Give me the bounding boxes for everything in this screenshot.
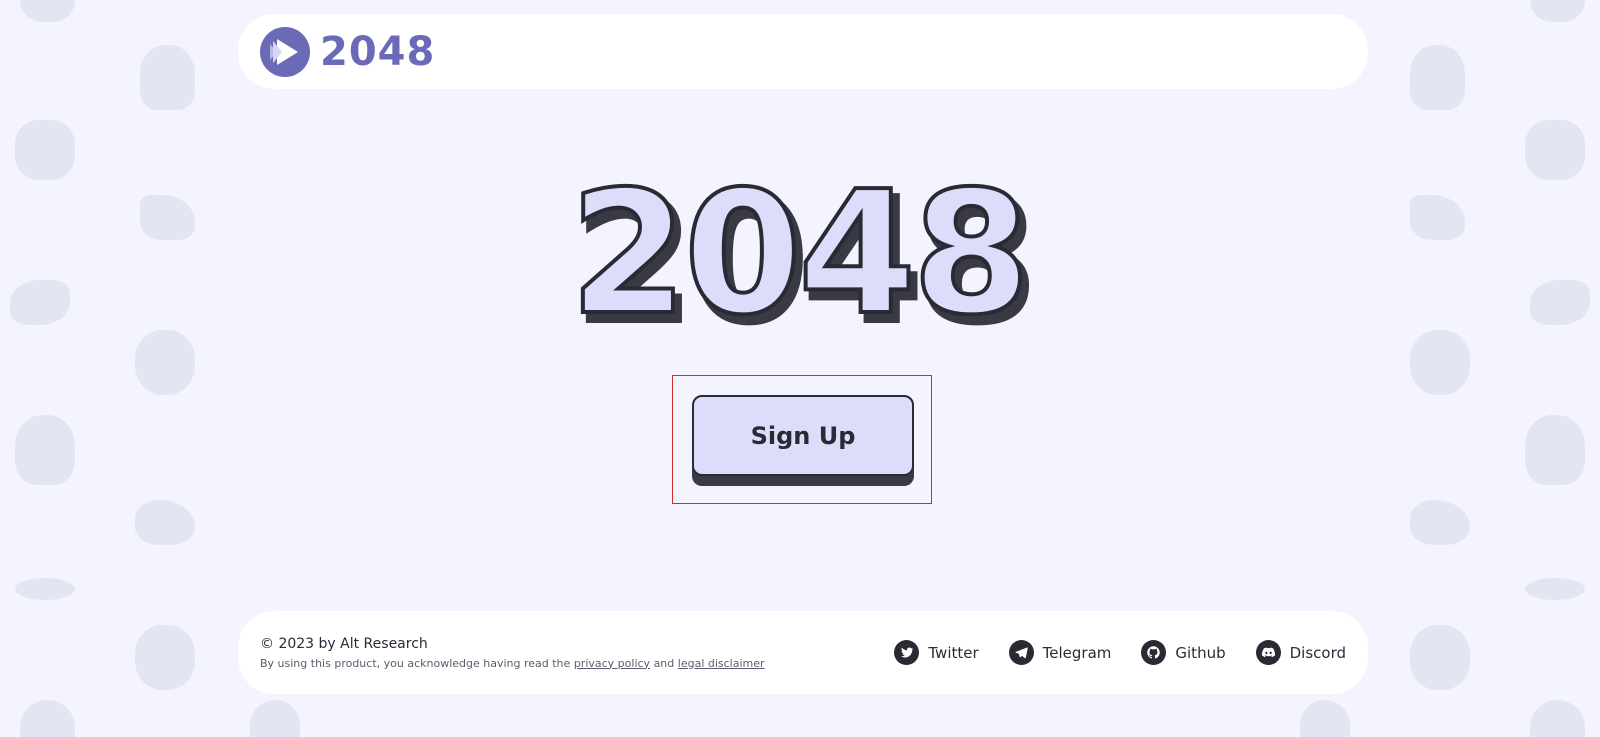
signup-button[interactable]: Sign Up [692,395,914,476]
github-link[interactable]: Github [1141,640,1226,665]
home-logo-link[interactable]: 2048 [260,26,436,77]
play-triangle-icon [260,26,310,77]
top-nav-bar: 2048 [238,14,1368,89]
twitter-label: Twitter [928,643,979,662]
social-links: Twitter Telegram Github Discord [894,640,1346,665]
brand-name: 2048 [320,28,436,75]
discord-label: Discord [1289,643,1346,662]
telegram-link[interactable]: Telegram [1008,640,1112,665]
github-icon [1141,640,1167,665]
disclaimer-text: By using this product, you acknowledge h… [260,657,765,670]
telegram-label: Telegram [1042,643,1112,662]
privacy-policy-link[interactable]: privacy policy [574,657,650,670]
hero-title-text: 2048 [569,180,1026,340]
footer-legal: © 2023 by Alt Research By using this pro… [260,636,765,670]
hero-title-2048: 2048 2048 [567,180,1039,340]
telegram-icon [1008,640,1034,665]
legal-disclaimer-link[interactable]: legal disclaimer [678,657,765,670]
disclaimer-and: and [653,656,675,670]
twitter-link[interactable]: Twitter [894,640,979,665]
footer-bar: © 2023 by Alt Research By using this pro… [238,611,1368,694]
discord-link[interactable]: Discord [1255,640,1346,665]
github-label: Github [1175,643,1226,662]
copyright-text: © 2023 by Alt Research [260,635,428,652]
discord-icon [1255,640,1281,665]
disclaimer-prefix: By using this product, you acknowledge h… [260,656,571,670]
twitter-icon [894,640,920,665]
